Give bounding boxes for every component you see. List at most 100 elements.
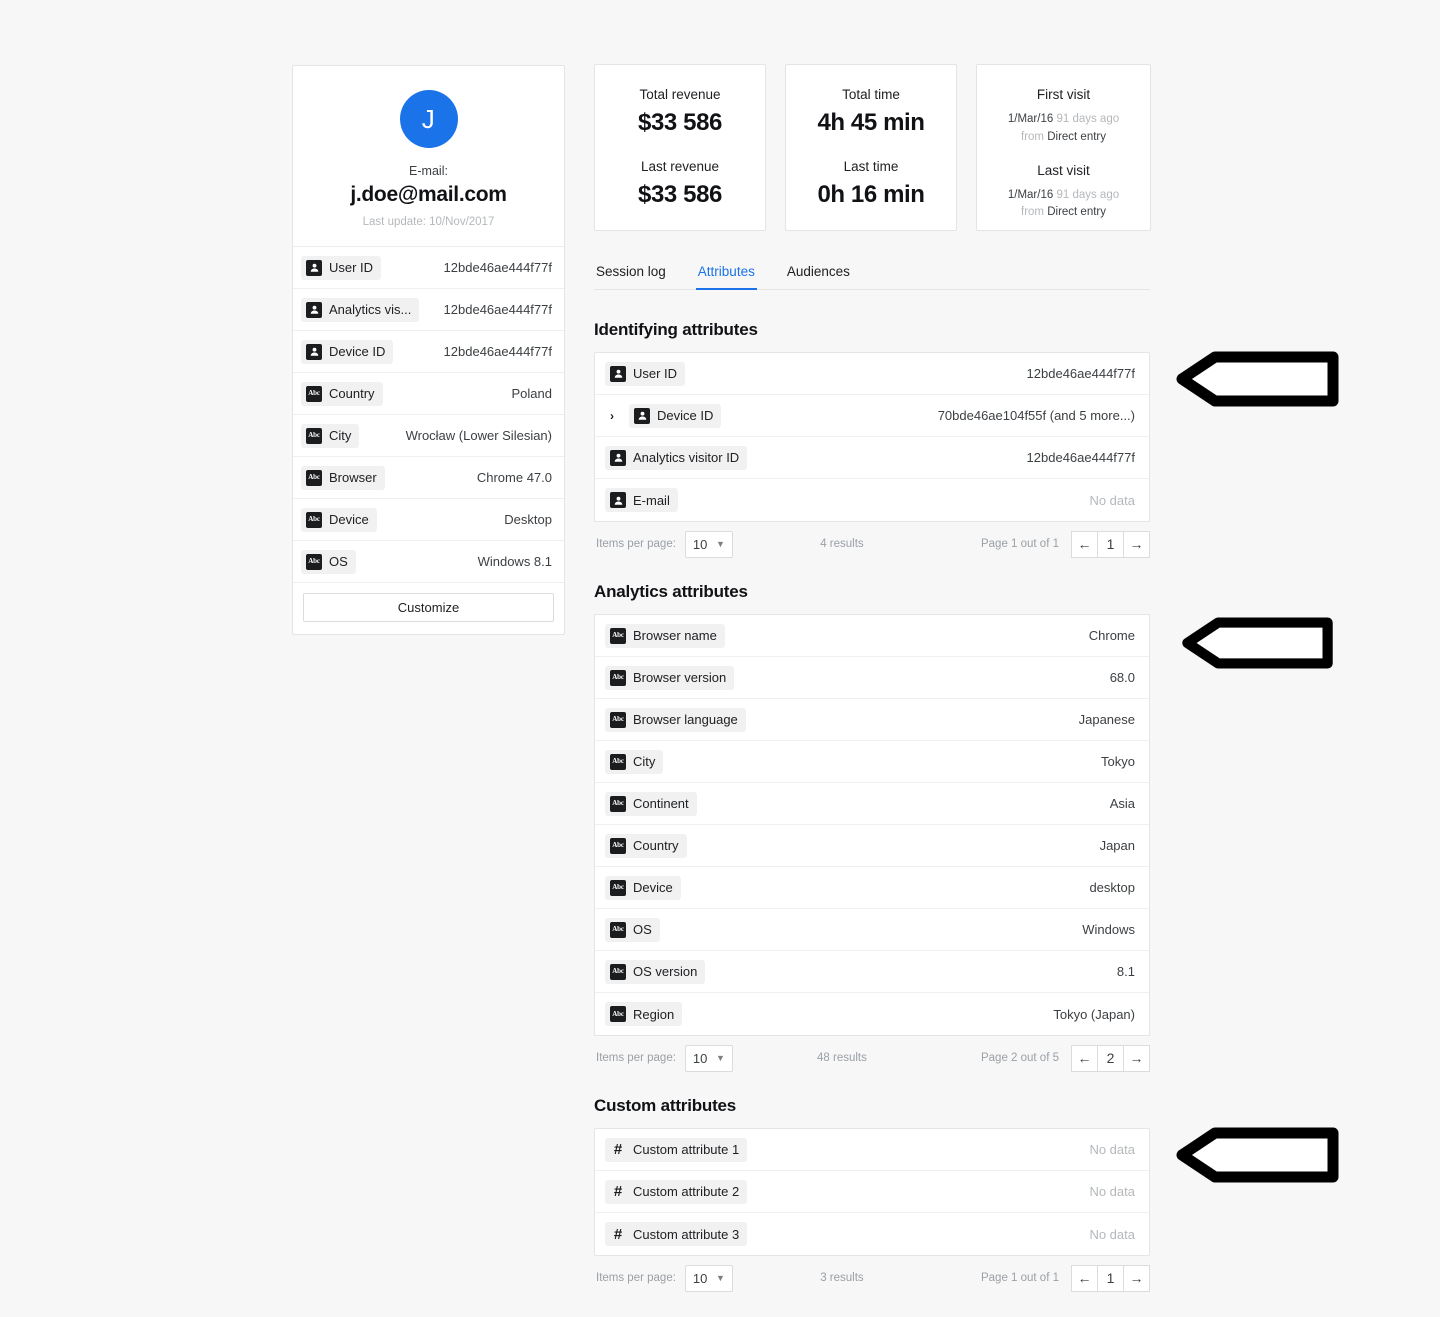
profile-attribute-row: Abc Country Poland (293, 373, 564, 416)
attribute-label: Continent (633, 796, 689, 811)
expand-chevron-icon[interactable]: › (605, 409, 619, 423)
last-time-label: Last time (843, 159, 899, 174)
last-revenue-label: Last revenue (640, 159, 720, 174)
row-label-group: Abc Browser name (605, 623, 725, 648)
row-label-group: Abc OS (605, 917, 660, 942)
attribute-value: Wrocław (Lower Silesian) (405, 428, 552, 444)
row-label-group: Abc City (605, 749, 664, 774)
attribute-chip: # Custom attribute 1 (605, 1137, 748, 1162)
row-label-group: E-mail (605, 488, 678, 512)
id-card-icon (306, 301, 322, 318)
abc-icon: Abc (610, 669, 626, 686)
table-row: Abc Region Tokyo (Japan) (595, 993, 1149, 1035)
prev-page-button[interactable]: ← (1071, 530, 1098, 558)
current-page-button[interactable]: 2 (1097, 1044, 1124, 1072)
attribute-chip: Device ID (629, 403, 722, 428)
page-indicator: Page 1 out of 1 (980, 1272, 1059, 1284)
prev-page-button[interactable]: ← (1071, 1264, 1098, 1292)
profile-header: J E-mail: j.doe@mail.com Last update: 10… (293, 66, 564, 248)
attribute-value: Windows (1082, 922, 1135, 937)
attribute-chip: Abc Browser language (605, 707, 746, 732)
abc-icon: Abc (610, 879, 626, 896)
pagination-bar: Items per page: 10 ▼ 48 results Page 2 out o… (594, 1036, 1150, 1080)
prev-page-button[interactable]: ← (1071, 1044, 1098, 1072)
attribute-value: Tokyo (1101, 754, 1135, 769)
pagination-buttons: ← 2 → (1071, 1044, 1150, 1072)
section-identifying-attributes: Identifying attributes User ID 12bde46ae44… (594, 320, 1150, 566)
attribute-chip: Analytics vis... (301, 297, 420, 322)
table-row: # Custom attribute 2 No data (595, 1171, 1149, 1213)
results-count: 48 results (817, 1052, 867, 1064)
pagination-buttons: ← 1 → (1071, 1264, 1150, 1292)
attribute-value: Asia (1109, 796, 1135, 811)
table-row: E-mail No data (595, 479, 1149, 521)
next-page-button[interactable]: → (1123, 1044, 1150, 1072)
table-row: Abc OS Windows (595, 909, 1149, 951)
row-label-group: Abc Continent (605, 791, 697, 816)
table-row: Abc Country Japan (595, 825, 1149, 867)
attribute-label: Device (633, 880, 673, 895)
left-arrow-callout-icon (1182, 617, 1333, 669)
attribute-label: OS version (633, 964, 698, 979)
attribute-label: Custom attribute 1 (633, 1142, 740, 1157)
row-label-group: # Custom attribute 2 (605, 1179, 748, 1204)
next-page-button[interactable]: → (1123, 530, 1150, 558)
callout-arrow-identifying (1175, 351, 1340, 407)
tab-attributes[interactable]: Attributes (695, 264, 757, 290)
table-row: Abc OS version 8.1 (595, 951, 1149, 993)
profile-attribute-row: Abc Device Desktop (293, 499, 564, 542)
profile-attribute-list: User ID 12bde46ae444f77f Analytics vis... 1… (293, 247, 564, 584)
pagination-bar: Items per page: 10 ▼ 4 results Page 1 out of… (594, 522, 1150, 566)
attribute-chip: Abc Country (605, 833, 687, 858)
current-page-button[interactable]: 1 (1097, 530, 1124, 558)
hash-icon: # (613, 1141, 623, 1158)
stat-card-visits: First visit 1/Mar/16 91 days ago from Di… (976, 64, 1151, 231)
attribute-label: Device ID (329, 344, 386, 360)
attribute-chip: Abc Browser (301, 465, 385, 490)
id-card-icon (306, 259, 322, 276)
abc-icon: Abc (306, 427, 322, 444)
attribute-value: 12bde46ae444f77f (1026, 366, 1135, 381)
last-revenue-value: $33 586 (638, 181, 722, 208)
table-row: User ID 12bde46ae444f77f (595, 353, 1149, 395)
attribute-value: Poland (511, 386, 552, 402)
profile-attribute-row: Abc Browser Chrome 47.0 (293, 457, 564, 500)
next-page-button[interactable]: → (1123, 1264, 1150, 1292)
hash-icon: # (613, 1225, 623, 1243)
tab-session-log[interactable]: Session log (594, 264, 668, 289)
attribute-chip: Abc OS (301, 549, 356, 574)
items-per-page-label: Items per page: (596, 538, 676, 550)
row-label-group: Abc Browser language (605, 707, 746, 732)
id-card-icon (610, 449, 626, 466)
attribute-list-card: Abc Browser name Chrome Abc Browser version 6… (594, 614, 1150, 1036)
table-row: Abc City Tokyo (595, 741, 1149, 783)
abc-icon: Abc (306, 469, 322, 486)
abc-icon: Abc (610, 795, 626, 812)
attribute-label: Country (329, 386, 375, 402)
current-page-button[interactable]: 1 (1097, 1264, 1124, 1292)
last-update-text: Last update: 10/Nov/2017 (362, 216, 495, 229)
attribute-label: City (329, 428, 352, 444)
attribute-label: Browser version (633, 670, 727, 685)
attribute-chip: Abc Region (605, 1002, 683, 1026)
id-card-icon (306, 343, 322, 360)
attribute-label: Browser (329, 470, 377, 486)
attribute-label: OS (329, 554, 348, 570)
row-label-group: Abc OS version (605, 959, 706, 984)
items-per-page-label: Items per page: (596, 1272, 676, 1284)
attribute-value: No data (1089, 1226, 1135, 1242)
customize-button[interactable]: Customize (303, 593, 554, 623)
attribute-label: Custom attribute 3 (633, 1226, 740, 1242)
attribute-value: 68.0 (1109, 670, 1135, 685)
tab-audiences[interactable]: Audiences (785, 264, 852, 289)
abc-icon: Abc (306, 553, 322, 570)
row-label-group: Abc Region (605, 1002, 683, 1026)
attribute-label: Analytics vis... (329, 302, 412, 318)
attribute-value: Desktop (504, 512, 552, 528)
abc-icon: Abc (610, 837, 626, 854)
attribute-chip: Analytics visitor ID (605, 445, 748, 470)
callout-arrow-custom (1175, 1127, 1340, 1183)
table-row: Abc Device desktop (595, 867, 1149, 909)
attribute-value: No data (1089, 492, 1135, 508)
attribute-value: Japanese (1078, 712, 1135, 727)
